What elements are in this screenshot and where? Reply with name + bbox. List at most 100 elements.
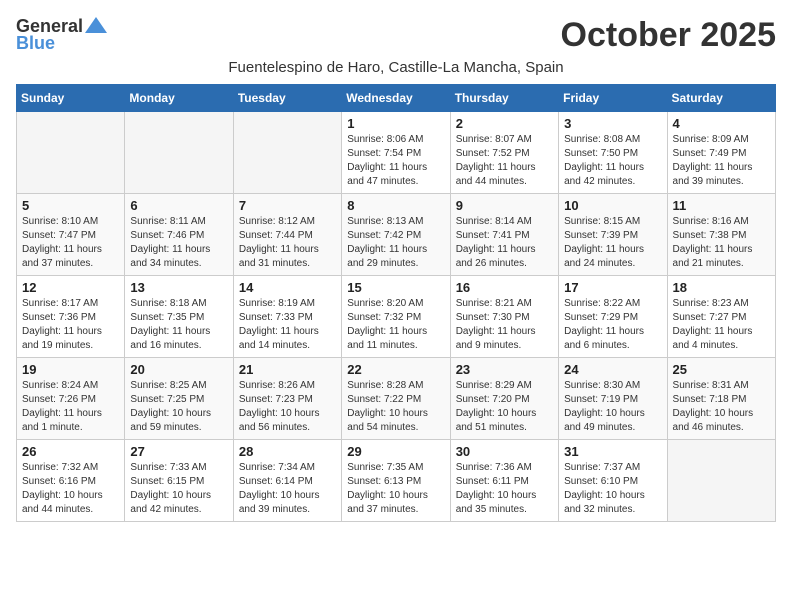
header-sunday: Sunday xyxy=(17,85,125,112)
calendar-week-2: 5Sunrise: 8:10 AM Sunset: 7:47 PM Daylig… xyxy=(17,194,776,276)
calendar-cell xyxy=(17,112,125,194)
day-info: Sunrise: 8:26 AM Sunset: 7:23 PM Dayligh… xyxy=(239,379,336,435)
day-info: Sunrise: 8:20 AM Sunset: 7:32 PM Dayligh… xyxy=(347,297,444,353)
day-number: 31 xyxy=(564,444,661,459)
day-number: 25 xyxy=(673,362,770,377)
day-number: 7 xyxy=(239,198,336,213)
day-info: Sunrise: 8:07 AM Sunset: 7:52 PM Dayligh… xyxy=(456,133,553,189)
calendar-cell: 14 Sunrise: 8:19 AM Sunset: 7:33 PM Dayli… xyxy=(233,276,341,358)
day-info: Sunrise: 8:16 AM Sunset: 7:38 PM Dayligh… xyxy=(673,215,770,271)
day-number: 30 xyxy=(456,444,553,459)
day-info: Sunrise: 8:09 AM Sunset: 7:49 PM Dayligh… xyxy=(673,133,770,189)
logo: General Blue xyxy=(16,16,107,54)
header: General Blue October 2025 xyxy=(16,16,776,55)
day-number: 18 xyxy=(673,280,770,295)
day-info: Sunrise: 8:21 AM Sunset: 7:30 PM Dayligh… xyxy=(456,297,553,353)
day-info: Sunrise: 8:10 AM Sunset: 7:47 PM Dayligh… xyxy=(22,215,119,271)
calendar-cell: 31Sunrise: 7:37 AM Sunset: 6:10 PM Dayli… xyxy=(559,440,667,522)
calendar-cell: 27Sunrise: 7:33 AM Sunset: 6:15 PM Dayli… xyxy=(125,440,233,522)
day-number: 13 xyxy=(130,280,227,295)
calendar-cell: 21 Sunrise: 8:26 AM Sunset: 7:23 PM Dayli… xyxy=(233,358,341,440)
day-number: 9 xyxy=(456,198,553,213)
calendar-cell: 29Sunrise: 7:35 AM Sunset: 6:13 PM Dayli… xyxy=(342,440,450,522)
day-number: 24 xyxy=(564,362,661,377)
day-number: 23 xyxy=(456,362,553,377)
calendar-cell: 23 Sunrise: 8:29 AM Sunset: 7:20 PM Dayli… xyxy=(450,358,558,440)
calendar-cell: 19Sunrise: 8:24 AM Sunset: 7:26 PM Dayli… xyxy=(17,358,125,440)
calendar-cell: 22Sunrise: 8:28 AM Sunset: 7:22 PM Dayli… xyxy=(342,358,450,440)
calendar-cell: 24Sunrise: 8:30 AM Sunset: 7:19 PM Dayli… xyxy=(559,358,667,440)
day-number: 29 xyxy=(347,444,444,459)
calendar-cell: 17 Sunrise: 8:22 AM Sunset: 7:29 PM Dayli… xyxy=(559,276,667,358)
day-info: Sunrise: 7:32 AM Sunset: 6:16 PM Dayligh… xyxy=(22,461,119,517)
calendar-cell: 11Sunrise: 8:16 AM Sunset: 7:38 PM Dayli… xyxy=(667,194,775,276)
day-info: Sunrise: 8:15 AM Sunset: 7:39 PM Dayligh… xyxy=(564,215,661,271)
day-info: Sunrise: 8:28 AM Sunset: 7:22 PM Dayligh… xyxy=(347,379,444,435)
day-number: 8 xyxy=(347,198,444,213)
day-info: Sunrise: 8:23 AM Sunset: 7:27 PM Dayligh… xyxy=(673,297,770,353)
day-number: 10 xyxy=(564,198,661,213)
calendar-week-5: 26 Sunrise: 7:32 AM Sunset: 6:16 PM Dayli… xyxy=(17,440,776,522)
header-wednesday: Wednesday xyxy=(342,85,450,112)
calendar-cell: 25 Sunrise: 8:31 AM Sunset: 7:18 PM Dayli… xyxy=(667,358,775,440)
day-info: Sunrise: 8:08 AM Sunset: 7:50 PM Dayligh… xyxy=(564,133,661,189)
day-number: 1 xyxy=(347,116,444,131)
day-number: 15 xyxy=(347,280,444,295)
day-info: Sunrise: 8:13 AM Sunset: 7:42 PM Dayligh… xyxy=(347,215,444,271)
day-number: 14 xyxy=(239,280,336,295)
day-number: 4 xyxy=(673,116,770,131)
day-info: Sunrise: 8:19 AM Sunset: 7:33 PM Dayligh… xyxy=(239,297,336,353)
subtitle: Fuentelespino de Haro, Castille-La Manch… xyxy=(16,59,776,76)
calendar-table: Sunday Monday Tuesday Wednesday Thursday… xyxy=(16,84,776,522)
calendar-cell: 26 Sunrise: 7:32 AM Sunset: 6:16 PM Dayli… xyxy=(17,440,125,522)
calendar-cell: 9 Sunrise: 8:14 AM Sunset: 7:41 PM Daylig… xyxy=(450,194,558,276)
day-number: 12 xyxy=(22,280,119,295)
day-info: Sunrise: 7:36 AM Sunset: 6:11 PM Dayligh… xyxy=(456,461,553,517)
day-number: 28 xyxy=(239,444,336,459)
calendar-week-1: 1Sunrise: 8:06 AM Sunset: 7:54 PM Daylig… xyxy=(17,112,776,194)
calendar-cell xyxy=(125,112,233,194)
day-number: 3 xyxy=(564,116,661,131)
month-title: October 2025 xyxy=(561,16,776,55)
day-number: 26 xyxy=(22,444,119,459)
calendar-cell: 7 Sunrise: 8:12 AM Sunset: 7:44 PM Daylig… xyxy=(233,194,341,276)
calendar-cell: 13 Sunrise: 8:18 AM Sunset: 7:35 PM Dayli… xyxy=(125,276,233,358)
day-info: Sunrise: 8:14 AM Sunset: 7:41 PM Dayligh… xyxy=(456,215,553,271)
header-thursday: Thursday xyxy=(450,85,558,112)
calendar-cell: 30 Sunrise: 7:36 AM Sunset: 6:11 PM Dayli… xyxy=(450,440,558,522)
days-header-row: Sunday Monday Tuesday Wednesday Thursday… xyxy=(17,85,776,112)
day-number: 21 xyxy=(239,362,336,377)
calendar-cell xyxy=(667,440,775,522)
day-info: Sunrise: 8:12 AM Sunset: 7:44 PM Dayligh… xyxy=(239,215,336,271)
day-info: Sunrise: 8:25 AM Sunset: 7:25 PM Dayligh… xyxy=(130,379,227,435)
calendar-cell: 6Sunrise: 8:11 AM Sunset: 7:46 PM Daylig… xyxy=(125,194,233,276)
calendar-cell: 28 Sunrise: 7:34 AM Sunset: 6:14 PM Dayli… xyxy=(233,440,341,522)
day-number: 27 xyxy=(130,444,227,459)
calendar-cell xyxy=(233,112,341,194)
day-info: Sunrise: 8:22 AM Sunset: 7:29 PM Dayligh… xyxy=(564,297,661,353)
calendar-cell: 4 Sunrise: 8:09 AM Sunset: 7:49 PM Daylig… xyxy=(667,112,775,194)
calendar-cell: 5Sunrise: 8:10 AM Sunset: 7:47 PM Daylig… xyxy=(17,194,125,276)
calendar-cell: 15 Sunrise: 8:20 AM Sunset: 7:32 PM Dayli… xyxy=(342,276,450,358)
day-number: 16 xyxy=(456,280,553,295)
day-info: Sunrise: 8:18 AM Sunset: 7:35 PM Dayligh… xyxy=(130,297,227,353)
header-saturday: Saturday xyxy=(667,85,775,112)
calendar-cell: 3 Sunrise: 8:08 AM Sunset: 7:50 PM Daylig… xyxy=(559,112,667,194)
day-number: 6 xyxy=(130,198,227,213)
day-info: Sunrise: 8:17 AM Sunset: 7:36 PM Dayligh… xyxy=(22,297,119,353)
day-info: Sunrise: 8:29 AM Sunset: 7:20 PM Dayligh… xyxy=(456,379,553,435)
calendar-cell: 10 Sunrise: 8:15 AM Sunset: 7:39 PM Dayli… xyxy=(559,194,667,276)
calendar-cell: 8 Sunrise: 8:13 AM Sunset: 7:42 PM Daylig… xyxy=(342,194,450,276)
logo-icon xyxy=(85,17,107,33)
logo-blue-text: Blue xyxy=(16,33,55,54)
day-info: Sunrise: 8:24 AM Sunset: 7:26 PM Dayligh… xyxy=(22,379,119,435)
day-info: Sunrise: 7:34 AM Sunset: 6:14 PM Dayligh… xyxy=(239,461,336,517)
calendar-cell: 1Sunrise: 8:06 AM Sunset: 7:54 PM Daylig… xyxy=(342,112,450,194)
calendar-week-4: 19Sunrise: 8:24 AM Sunset: 7:26 PM Dayli… xyxy=(17,358,776,440)
day-number: 17 xyxy=(564,280,661,295)
day-number: 2 xyxy=(456,116,553,131)
day-info: Sunrise: 8:31 AM Sunset: 7:18 PM Dayligh… xyxy=(673,379,770,435)
header-tuesday: Tuesday xyxy=(233,85,341,112)
day-number: 20 xyxy=(130,362,227,377)
calendar-cell: 2 Sunrise: 8:07 AM Sunset: 7:52 PM Daylig… xyxy=(450,112,558,194)
